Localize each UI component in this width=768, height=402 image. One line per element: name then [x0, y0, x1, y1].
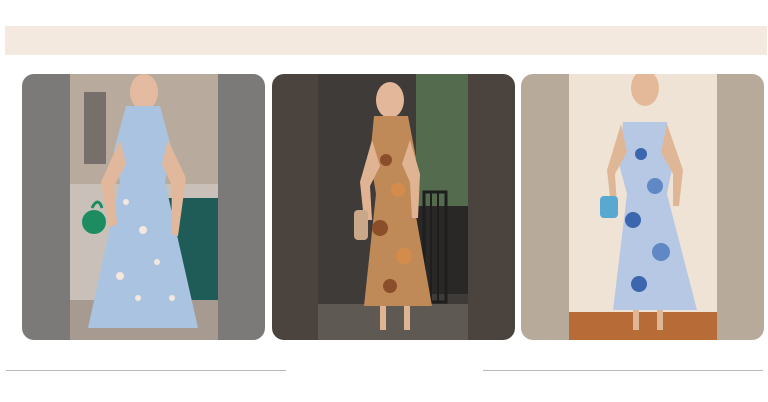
light-blue-floral-maxi-dress-photo [22, 74, 265, 340]
right-divider-line [483, 370, 763, 371]
blue-white-floral-slip-dress-photo [521, 74, 764, 340]
brown-orange-floral-midi-dress-photo [272, 74, 515, 340]
dress-card-2[interactable] [272, 74, 515, 340]
dress-card-1[interactable] [22, 74, 265, 340]
dress-gallery [0, 0, 768, 402]
left-divider-line [6, 370, 286, 371]
dress-card-3[interactable] [521, 74, 764, 340]
